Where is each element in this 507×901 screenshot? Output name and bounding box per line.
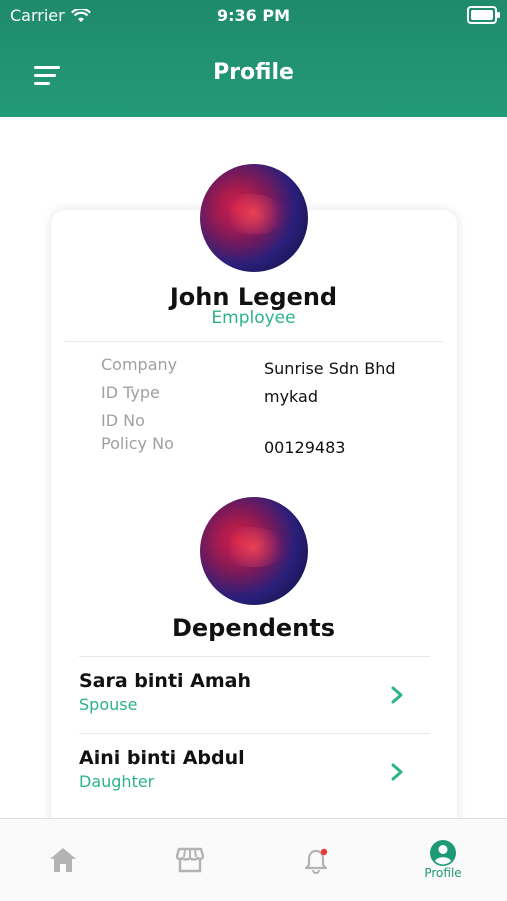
- dependents-divider: [79, 656, 430, 657]
- field-label-id-type: ID Type: [101, 383, 160, 402]
- app-header: Carrier 9:36 PM Profile: [0, 0, 507, 117]
- home-icon: [50, 848, 76, 872]
- profile-icon: [430, 840, 456, 866]
- page-title: Profile: [213, 60, 294, 85]
- dependent-divider: [79, 733, 430, 734]
- profile-role: Employee: [211, 308, 296, 328]
- field-label-policy-no: Policy No: [101, 434, 174, 453]
- dependent-relation: Spouse: [79, 695, 138, 714]
- tab-notifications[interactable]: [253, 819, 379, 901]
- battery-icon: [467, 6, 500, 24]
- tab-store[interactable]: [127, 819, 253, 901]
- tab-profile[interactable]: Profile: [380, 819, 506, 901]
- tab-home[interactable]: [0, 819, 126, 901]
- tab-bar: Profile: [0, 818, 507, 901]
- status-bar: Carrier 9:36 PM: [0, 0, 507, 30]
- status-time: 9:36 PM: [216, 6, 290, 25]
- field-label-company: Company: [101, 355, 178, 374]
- tab-profile-label: Profile: [424, 866, 462, 880]
- profile-avatar: [200, 164, 308, 272]
- profile-name: John Legend: [169, 283, 338, 311]
- dependent-name: Aini binti Abdul: [79, 747, 245, 769]
- notification-dot: [320, 848, 328, 856]
- field-value-policy-no: 00129483: [264, 438, 346, 457]
- chevron-right-icon[interactable]: [388, 762, 406, 782]
- profile-divider: [65, 341, 443, 342]
- bell-icon: [304, 848, 328, 874]
- dependents-avatar: [200, 497, 308, 605]
- store-icon: [176, 847, 204, 873]
- dependent-relation: Daughter: [79, 772, 155, 791]
- dependents-title: Dependents: [171, 614, 336, 642]
- chevron-right-icon[interactable]: [388, 685, 406, 705]
- field-label-id-no: ID No: [101, 411, 145, 430]
- field-value-company: Sunrise Sdn Bhd: [264, 359, 396, 378]
- dependent-name: Sara binti Amah: [79, 670, 252, 692]
- field-value-id-type: mykad: [264, 387, 318, 406]
